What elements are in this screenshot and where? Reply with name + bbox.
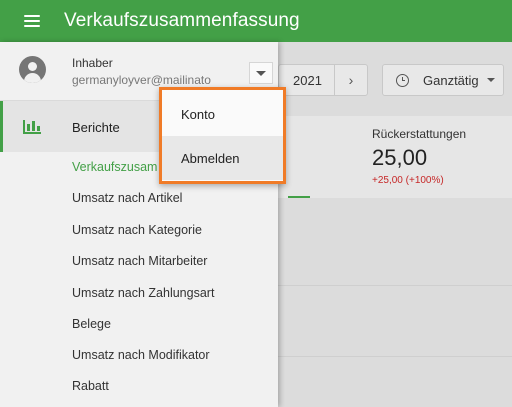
date-range-text: 2021 <box>293 72 322 88</box>
page-title: Verkaufszusammenfassung <box>64 10 300 31</box>
bar-chart-icon <box>23 120 41 134</box>
submenu-item-sales-summary[interactable]: Verkaufszusam <box>72 160 157 174</box>
menu-item-logout[interactable]: Abmelden <box>162 136 283 180</box>
clock-icon <box>396 73 409 87</box>
hamburger-icon[interactable] <box>24 15 40 27</box>
divider <box>278 285 512 286</box>
submenu-item-sales-by-modifier[interactable]: Umsatz nach Modifikator <box>72 348 210 362</box>
card-delta: +25,00 (+100%) <box>372 175 444 186</box>
account-email: germanyloyver@mailinato <box>72 73 211 87</box>
arrow-drop-down-icon <box>256 70 266 76</box>
app-bar: Verkaufszusammenfassung <box>0 0 512 42</box>
submenu-item-sales-by-payment[interactable]: Umsatz nach Zahlungsart <box>72 286 214 300</box>
submenu-item-discounts[interactable]: Rabatt <box>72 379 109 393</box>
date-range-picker[interactable]: 2021 › <box>278 64 368 96</box>
divider <box>278 356 512 357</box>
active-tab-indicator <box>288 196 310 198</box>
account-menu-toggle-button[interactable] <box>249 62 273 84</box>
caret-down-icon <box>486 78 495 82</box>
sidebar-item-label: Berichte <box>72 120 120 135</box>
summary-card-refunds[interactable]: Rückerstattungen 25,00 +25,00 (+100%) <box>278 116 512 198</box>
time-filter-label: Ganztätig <box>423 72 479 88</box>
avatar <box>19 56 46 83</box>
account-role: Inhaber <box>72 56 113 70</box>
card-label: Rückerstattungen <box>372 127 467 141</box>
account-dropdown-menu: Konto Abmelden <box>159 87 286 184</box>
toolbar: 2021 › Ganztätig <box>278 64 512 98</box>
card-value: 25,00 <box>372 145 428 170</box>
chevron-right-icon[interactable]: › <box>334 65 367 95</box>
submenu-item-sales-by-category[interactable]: Umsatz nach Kategorie <box>72 223 202 237</box>
submenu-item-receipts[interactable]: Belege <box>72 317 111 331</box>
menu-item-account[interactable]: Konto <box>162 92 283 136</box>
main-content: 2021 › Ganztätig Rückerstattungen 25,00 … <box>278 42 512 407</box>
submenu-item-sales-by-employee[interactable]: Umsatz nach Mitarbeiter <box>72 254 207 268</box>
submenu-item-sales-by-item[interactable]: Umsatz nach Artikel <box>72 191 182 205</box>
time-filter-dropdown[interactable]: Ganztätig <box>382 64 504 96</box>
